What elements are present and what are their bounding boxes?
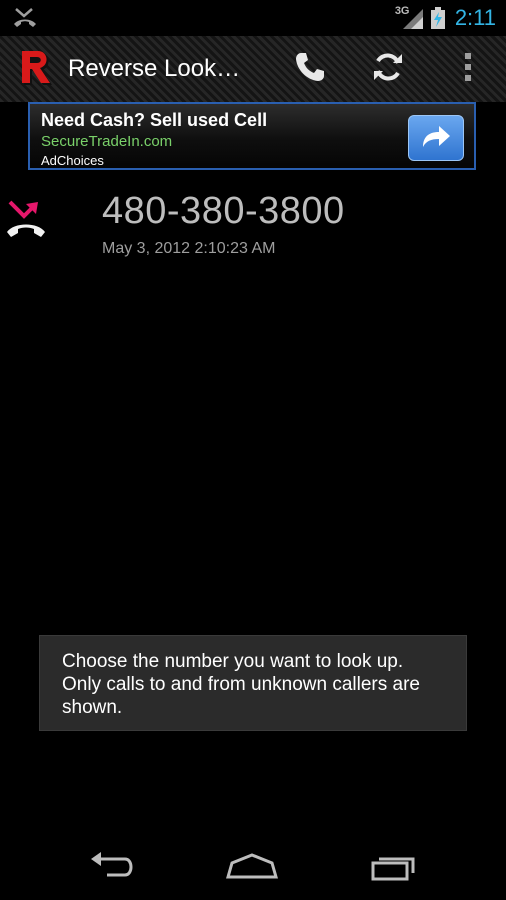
refresh-icon bbox=[371, 50, 405, 89]
call-phone-number: 480-380-3800 bbox=[102, 190, 345, 232]
back-icon bbox=[87, 851, 137, 886]
call-action-button[interactable] bbox=[286, 46, 334, 92]
status-clock: 2:11 bbox=[454, 5, 496, 30]
recent-apps-icon bbox=[369, 851, 419, 886]
refresh-action-button[interactable] bbox=[364, 46, 412, 92]
ad-headline: Need Cash? Sell used Cell bbox=[41, 110, 268, 130]
share-arrow-icon bbox=[419, 123, 453, 154]
ad-url: SecureTradeIn.com bbox=[41, 133, 173, 150]
missed-call-icon bbox=[4, 198, 48, 240]
app-logo-r-icon[interactable] bbox=[18, 49, 58, 89]
home-button[interactable] bbox=[222, 850, 282, 886]
navigation-bar bbox=[0, 836, 506, 900]
ad-choices-link[interactable]: AdChoices bbox=[41, 153, 104, 168]
back-button[interactable] bbox=[82, 850, 142, 886]
signal-icon: 3G bbox=[395, 5, 425, 31]
call-timestamp: May 3, 2012 2:10:23 AM bbox=[102, 240, 276, 257]
ad-action-button[interactable] bbox=[408, 115, 464, 161]
recent-apps-button[interactable] bbox=[364, 850, 424, 886]
overflow-menu-button[interactable] bbox=[444, 46, 492, 92]
overflow-menu-icon bbox=[462, 51, 474, 88]
home-icon bbox=[224, 851, 280, 886]
toast-message: Choose the number you want to look up. O… bbox=[39, 635, 467, 731]
battery-icon bbox=[430, 7, 445, 29]
ad-banner[interactable]: Need Cash? Sell used Cell SecureTradeIn.… bbox=[28, 102, 476, 170]
app-title: Reverse Look… bbox=[68, 55, 241, 82]
missed-call-icon bbox=[12, 6, 38, 30]
status-indicators: 3G 2:11 bbox=[395, 0, 496, 36]
call-list-item[interactable]: 480-380-3800 May 3, 2012 2:10:23 AM bbox=[0, 180, 506, 270]
phone-icon bbox=[293, 50, 327, 89]
status-bar: 3G 2:11 bbox=[0, 0, 506, 36]
action-bar: Reverse Look… bbox=[0, 36, 506, 102]
